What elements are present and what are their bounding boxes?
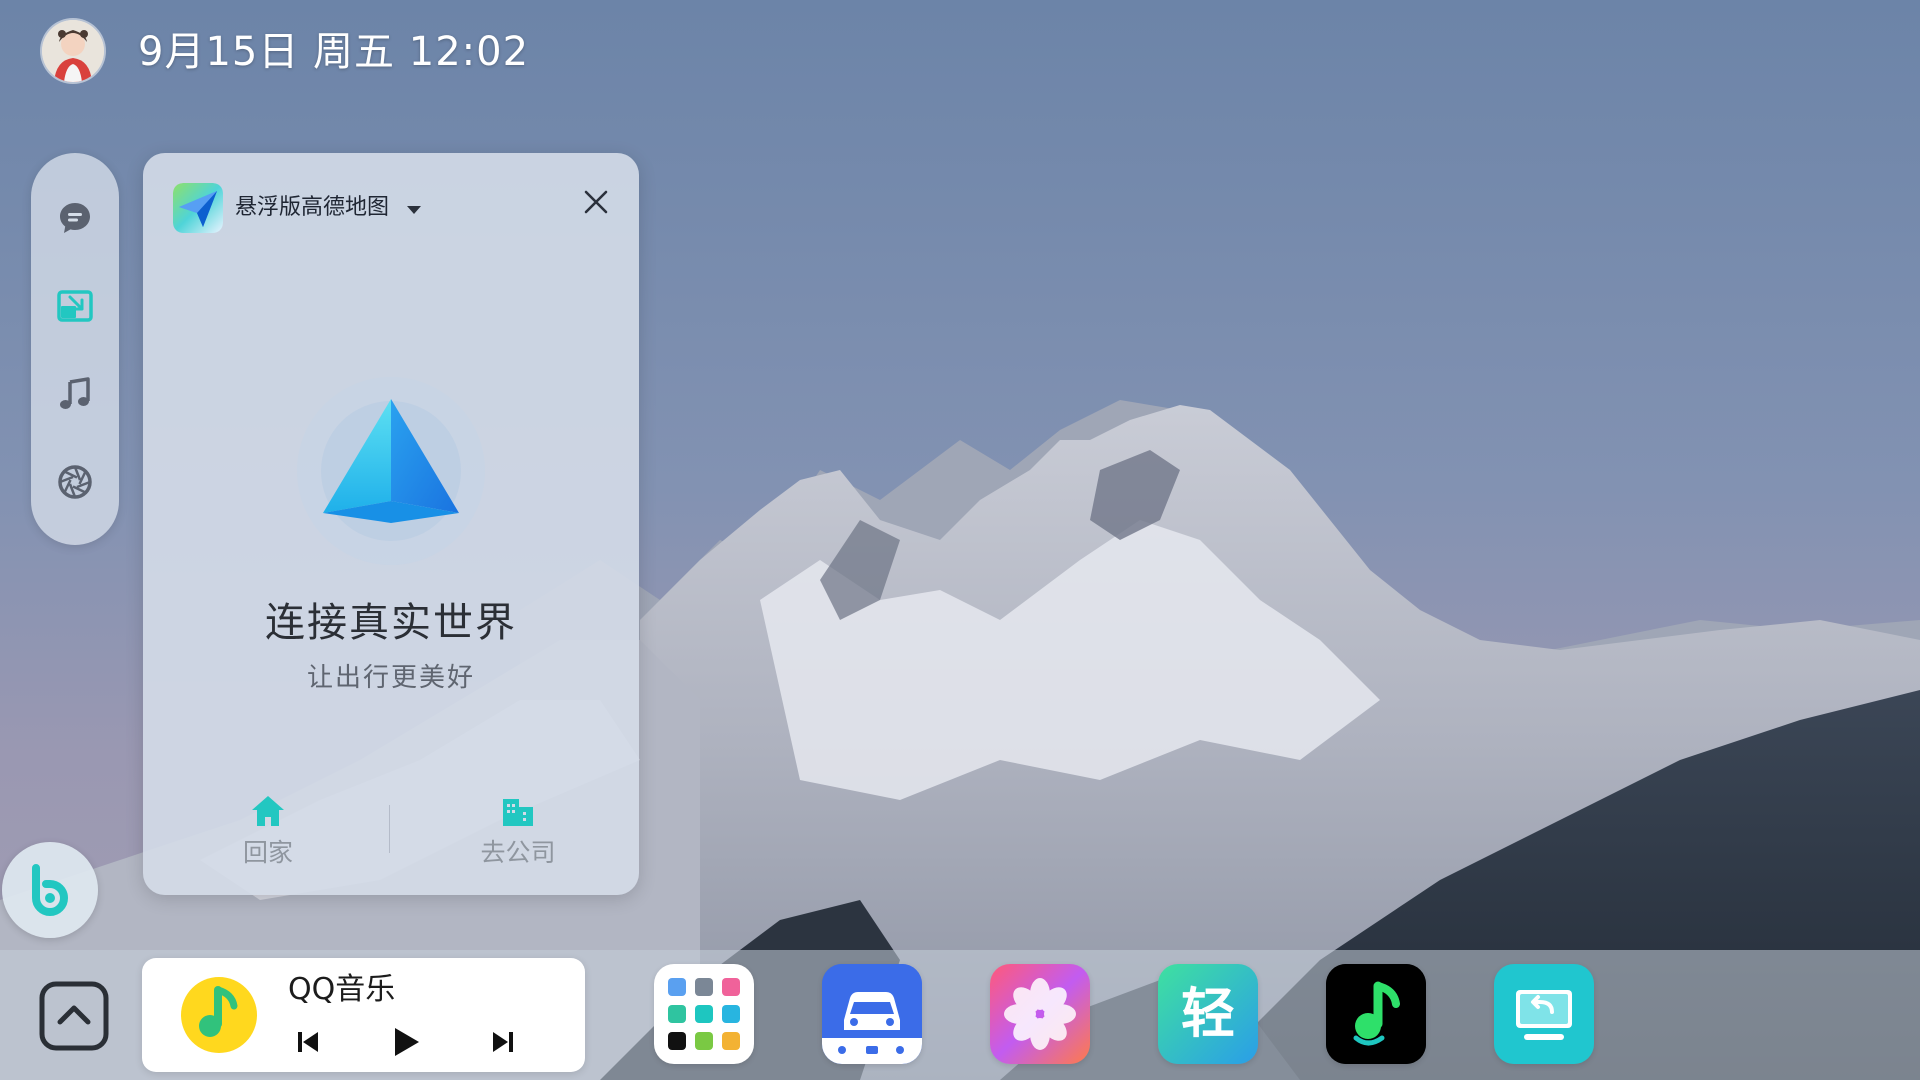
dock-app-screencast[interactable]: [1494, 964, 1594, 1064]
qq-music-logo-icon: [180, 976, 258, 1054]
rail-pip-button[interactable]: [50, 281, 100, 331]
dock-expand-button[interactable]: [38, 980, 110, 1052]
office-building-icon: [503, 799, 533, 826]
rail-music-button[interactable]: [50, 369, 100, 419]
side-rail: [31, 153, 119, 545]
play-icon: [395, 1028, 419, 1056]
voice-assistant-button[interactable]: [2, 842, 98, 938]
rail-aperture-button[interactable]: [50, 457, 100, 507]
qing-app-icon: 轻: [1158, 964, 1258, 1064]
dock-app-photos[interactable]: [990, 964, 1090, 1064]
go-office-button[interactable]: 去公司: [448, 793, 588, 873]
map-sub-slogan: 让出行更美好: [306, 663, 475, 693]
dock-app-music[interactable]: [1326, 964, 1426, 1064]
go-office-label: 去公司: [480, 838, 556, 867]
home-icon: [252, 796, 284, 826]
pip-window-icon: [57, 290, 93, 322]
aperture-icon: [58, 465, 92, 499]
go-home-label: 回家: [242, 838, 293, 867]
music-app-icon: [1326, 964, 1426, 1064]
map-close-button[interactable]: [573, 179, 619, 225]
avatar-image: [42, 20, 104, 82]
amap-navigation-emblem: [293, 373, 489, 569]
skip-next-icon: [493, 1032, 513, 1052]
chevron-up-icon: [39, 981, 109, 1051]
map-slogan: 连接真实世界: [265, 600, 517, 646]
go-home-button[interactable]: 回家: [198, 793, 338, 873]
play-button[interactable]: [384, 1020, 428, 1064]
dock-app-car[interactable]: [822, 964, 922, 1064]
photos-icon: [990, 964, 1090, 1064]
music-player-card[interactable]: QQ音乐: [142, 958, 585, 1072]
rail-chat-button[interactable]: [50, 193, 100, 243]
dock-app-qing[interactable]: 轻: [1158, 964, 1258, 1064]
assistant-logo-icon: [32, 864, 68, 916]
music-note-icon: [60, 377, 90, 409]
amap-logo-icon: [173, 183, 223, 233]
chat-icon: [60, 203, 90, 233]
app-grid-icon: [668, 978, 740, 1050]
dock-app-grid[interactable]: [654, 964, 754, 1064]
map-app-name[interactable]: 悬浮版高德地图: [235, 193, 389, 223]
qing-app-glyph: 轻: [1181, 981, 1235, 1045]
close-icon: [584, 190, 608, 214]
status-datetime: 9月15日 周五 12:02: [138, 29, 530, 75]
action-divider: [389, 805, 390, 853]
screen-cast-icon: [1494, 964, 1594, 1064]
music-app-name: QQ音乐: [288, 972, 396, 1007]
app-switch-dropdown[interactable]: [405, 201, 423, 220]
car-icon: [822, 964, 922, 1064]
skip-previous-icon: [298, 1032, 318, 1052]
previous-track-button[interactable]: [286, 1020, 330, 1064]
user-avatar[interactable]: [42, 20, 104, 82]
next-track-button[interactable]: [481, 1020, 525, 1064]
caret-down-icon: [407, 206, 421, 214]
floating-map-window: 悬浮版高德地图 连接真实世界 让出行更美好 回家 去公司: [143, 153, 639, 895]
